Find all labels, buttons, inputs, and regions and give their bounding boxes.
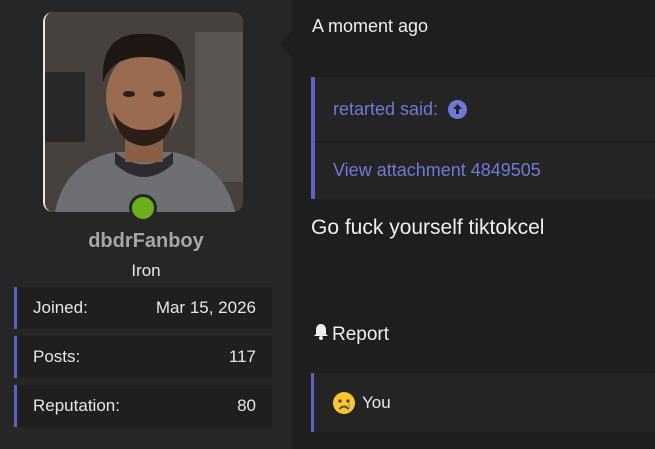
stat-label: Reputation:	[33, 396, 120, 415]
stat-posts: Posts: 117	[14, 336, 272, 378]
quote-author[interactable]: retarted said:	[333, 99, 438, 120]
user-sidebar: dbdrFanboy Iron Joined: Mar 15, 2026 Pos…	[0, 0, 292, 449]
avatar-photo	[45, 12, 243, 212]
reactions-bar[interactable]: You	[311, 373, 655, 432]
stat-joined: Joined: Mar 15, 2026	[14, 287, 272, 329]
attachment-link[interactable]: View attachment 4849505	[333, 160, 541, 181]
report-button[interactable]: Report	[313, 323, 389, 346]
stat-value: 80	[237, 396, 256, 415]
stat-value: 117	[228, 347, 256, 366]
online-status-dot	[129, 194, 157, 222]
quote-header[interactable]: retarted said:	[315, 77, 655, 142]
reaction-label[interactable]: You	[362, 393, 391, 413]
quote-block: retarted said: View attachment 4849505	[311, 77, 655, 199]
post-pointer-arrow	[280, 30, 292, 58]
quote-body: View attachment 4849505	[315, 142, 655, 199]
stat-label: Posts:	[33, 347, 81, 366]
stat-reputation: Reputation: 80	[14, 385, 272, 427]
avatar[interactable]	[43, 12, 243, 212]
arrow-up-icon[interactable]	[448, 99, 468, 119]
report-label: Report	[332, 323, 390, 345]
stat-value: Mar 15, 2026	[155, 298, 256, 317]
post-timestamp[interactable]: A moment ago	[312, 16, 428, 37]
username[interactable]: dbdrFanboy	[0, 230, 292, 253]
post-message: Go fuck yourself tiktokcel	[311, 216, 545, 239]
stat-label: Joined:	[33, 298, 88, 317]
crying-face-icon	[332, 391, 356, 415]
user-rank: Iron	[131, 261, 161, 280]
bell-icon	[313, 323, 329, 346]
